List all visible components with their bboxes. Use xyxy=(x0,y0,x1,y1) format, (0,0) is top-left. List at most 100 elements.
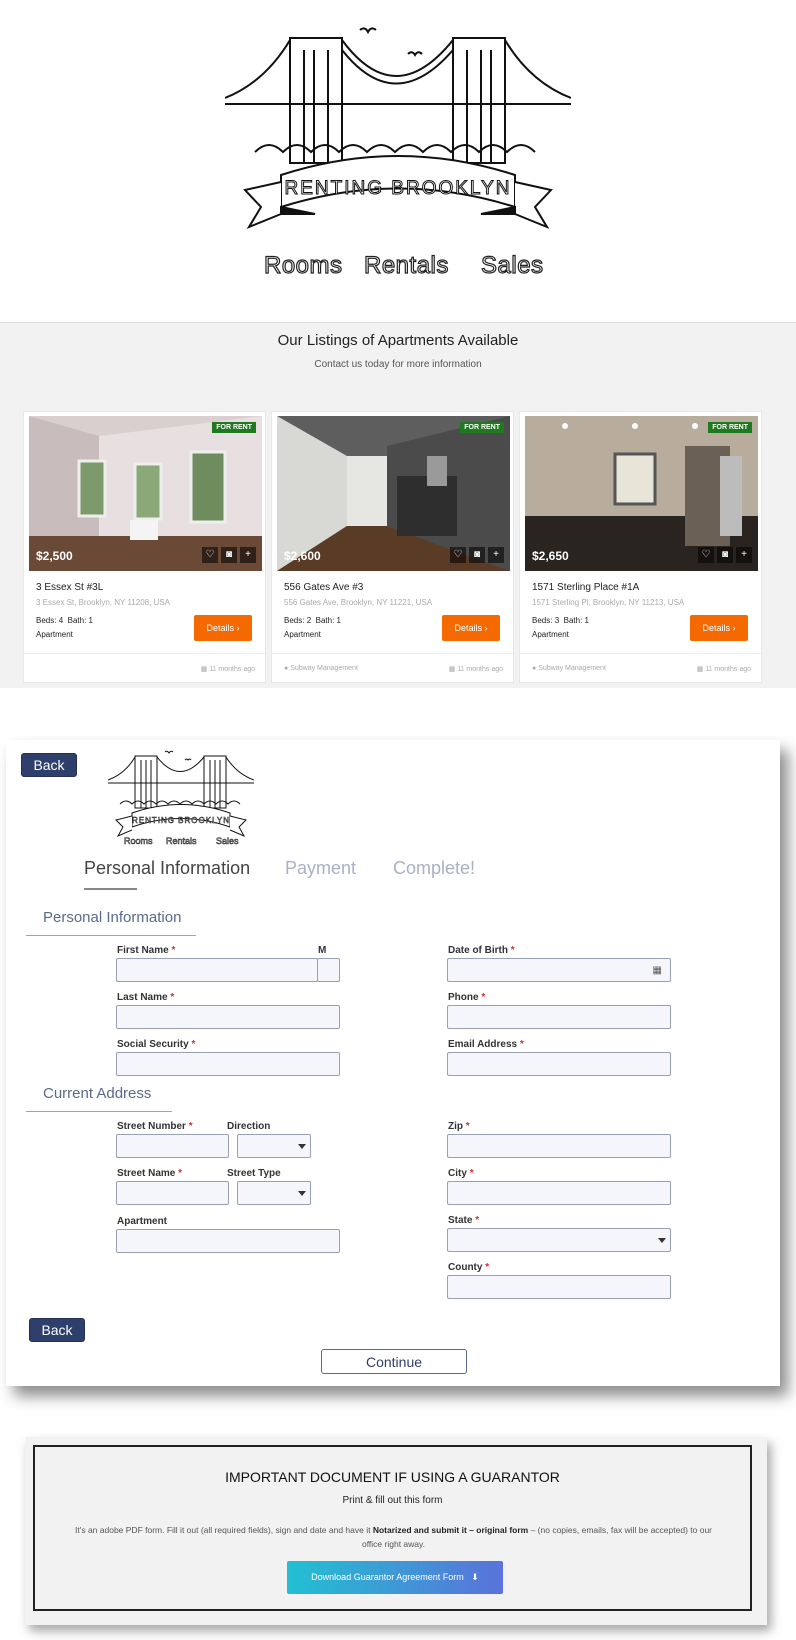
listing-type: Apartment xyxy=(36,630,73,639)
listing-type: Apartment xyxy=(284,630,321,639)
for-rent-badge: FOR RENT xyxy=(212,422,256,433)
camera-icon[interactable]: ◙ xyxy=(221,547,237,563)
listings-section: Our Listings of Apartments Available Con… xyxy=(0,323,796,688)
street-name-input[interactable] xyxy=(116,1181,229,1205)
county-label: County * xyxy=(448,1262,490,1273)
listing-photo[interactable]: FOR RENT $2,600 ♡ ◙ + xyxy=(277,416,510,571)
heart-icon[interactable]: ♡ xyxy=(698,547,714,563)
calendar-icon: ▦ xyxy=(696,666,704,673)
listing-beds-bath: Beds: 4 Bath: 1 xyxy=(36,616,93,625)
city-input[interactable] xyxy=(447,1181,671,1205)
section-divider xyxy=(26,1111,172,1112)
dob-label: Date of Birth * xyxy=(448,945,515,956)
renting-brooklyn-logo[interactable]: RENTING BROOKLYN xyxy=(225,22,571,237)
direction-select[interactable] xyxy=(237,1134,311,1158)
back-button-top[interactable]: Back xyxy=(21,753,77,777)
zip-label: Zip * xyxy=(448,1121,470,1132)
listing-address[interactable]: 3 Essex St #3L xyxy=(36,582,103,593)
listing-photo[interactable]: FOR RENT $2,500 ♡ ◙ + xyxy=(29,416,262,571)
guarantor-title: IMPORTANT DOCUMENT IF USING A GUARANTOR xyxy=(225,1469,560,1485)
guarantor-section: IMPORTANT DOCUMENT IF USING A GUARANTOR … xyxy=(25,1437,767,1625)
calendar-icon[interactable]: ▦ xyxy=(653,965,662,976)
details-button[interactable]: Details › xyxy=(690,615,748,641)
listing-price: $2,600 xyxy=(284,549,321,563)
form-nav-rentals[interactable]: Rentals xyxy=(166,836,197,847)
listing-address[interactable]: 556 Gates Ave #3 xyxy=(284,582,363,593)
street-number-input[interactable] xyxy=(116,1134,229,1158)
calendar-icon: ▦ xyxy=(448,666,456,673)
continue-button[interactable]: Continue xyxy=(321,1349,467,1374)
nav-rooms[interactable]: Rooms xyxy=(263,251,342,280)
last-name-input[interactable] xyxy=(116,1005,340,1029)
zip-input[interactable] xyxy=(447,1134,671,1158)
listing-full-address: 3 Essex St, Brooklyn, NY 11208, USA xyxy=(36,598,170,607)
phone-input[interactable] xyxy=(447,1005,671,1029)
nav-sales[interactable]: Sales xyxy=(480,251,543,280)
active-step-indicator xyxy=(84,888,137,890)
listing-card[interactable]: FOR RENT $2,500 ♡ ◙ + 3 Essex St #3L 3 E… xyxy=(23,411,266,683)
for-rent-badge: FOR RENT xyxy=(708,422,752,433)
street-number-label: Street Number * xyxy=(117,1121,193,1132)
listing-beds-bath: Beds: 2 Bath: 1 xyxy=(284,616,341,625)
apartment-label: Apartment xyxy=(117,1216,168,1227)
first-name-input[interactable] xyxy=(116,958,318,982)
first-name-label: First Name * xyxy=(117,945,176,956)
listing-photo[interactable]: FOR RENT $2,650 ♡ ◙ + xyxy=(525,416,758,571)
guarantor-box: IMPORTANT DOCUMENT IF USING A GUARANTOR … xyxy=(33,1445,752,1611)
state-label: State * xyxy=(448,1215,480,1226)
last-name-label: Last Name * xyxy=(117,992,175,1003)
form-logo-nav: Rooms Rentals Sales xyxy=(108,836,254,850)
step-personal-information[interactable]: Personal Information xyxy=(84,858,250,879)
heart-icon[interactable]: ♡ xyxy=(202,547,218,563)
listing-agent[interactable]: ● Subway Management xyxy=(532,665,606,672)
for-rent-badge: FOR RENT xyxy=(460,422,504,433)
listing-card[interactable]: FOR RENT $2,600 ♡ ◙ + 556 Gates Ave #3 5… xyxy=(271,411,514,683)
back-button-bottom[interactable]: Back xyxy=(29,1318,85,1342)
listing-address[interactable]: 1571 Sterling Place #1A xyxy=(532,582,639,593)
listing-full-address: 1571 Sterling Pl, Brooklyn, NY 11213, US… xyxy=(532,598,685,607)
apartment-input[interactable] xyxy=(116,1229,340,1253)
heart-icon[interactable]: ♡ xyxy=(450,547,466,563)
county-input[interactable] xyxy=(447,1275,671,1299)
user-icon: ● xyxy=(284,665,289,672)
camera-icon[interactable]: ◙ xyxy=(717,547,733,563)
form-nav-sales[interactable]: Sales xyxy=(216,836,239,847)
form-nav-rooms[interactable]: Rooms xyxy=(124,836,153,847)
listing-agent[interactable]: ● Subway Management xyxy=(284,665,358,672)
form-logo-wordmark: RENTING BROOKLYN xyxy=(132,816,230,825)
nav-rentals[interactable]: Rentals xyxy=(363,251,449,280)
plus-icon[interactable]: + xyxy=(488,547,504,563)
download-guarantor-button[interactable]: Download Guarantor Agreement Form ⬇ xyxy=(287,1561,503,1594)
plus-icon[interactable]: + xyxy=(736,547,752,563)
user-icon: ● xyxy=(532,665,537,672)
listing-posted: ▦ 11 months ago xyxy=(696,666,751,673)
listings-subtitle: Contact us today for more information xyxy=(314,359,482,370)
details-button[interactable]: Details › xyxy=(442,615,500,641)
listing-posted: ▦ 11 months ago xyxy=(448,666,503,673)
ssn-input[interactable] xyxy=(116,1052,340,1076)
listing-footer: ▦ 11 months ago xyxy=(24,653,265,683)
ssn-label: Social Security * xyxy=(117,1039,196,1050)
street-name-label: Street Name * xyxy=(117,1168,183,1179)
middle-initial-input[interactable] xyxy=(317,958,340,982)
state-select[interactable] xyxy=(447,1228,671,1252)
camera-icon[interactable]: ◙ xyxy=(469,547,485,563)
middle-initial-label: M xyxy=(318,945,327,956)
city-label: City * xyxy=(448,1168,474,1179)
step-payment[interactable]: Payment xyxy=(285,858,356,879)
listing-footer: ● Subway Management ▦ 11 months ago xyxy=(520,653,761,683)
email-label: Email Address * xyxy=(448,1039,524,1050)
main-nav: Rooms Rentals Sales xyxy=(0,251,796,292)
step-complete[interactable]: Complete! xyxy=(393,858,475,879)
email-input[interactable] xyxy=(447,1052,671,1076)
listing-footer: ● Subway Management ▦ 11 months ago xyxy=(272,653,513,683)
details-button[interactable]: Details › xyxy=(194,615,252,641)
form-logo[interactable]: RENTING BROOKLYN xyxy=(108,748,254,848)
listing-card[interactable]: FOR RENT $2,650 ♡ ◙ + 1571 Sterling Plac… xyxy=(519,411,762,683)
dob-input[interactable]: ▦ xyxy=(447,958,671,982)
plus-icon[interactable]: + xyxy=(240,547,256,563)
street-type-select[interactable] xyxy=(237,1181,311,1205)
listing-posted: ▦ 11 months ago xyxy=(200,666,255,673)
section-personal-information: Personal Information xyxy=(43,909,182,926)
site-header: RENTING BROOKLYN Rooms Rentals Sales xyxy=(0,0,796,323)
